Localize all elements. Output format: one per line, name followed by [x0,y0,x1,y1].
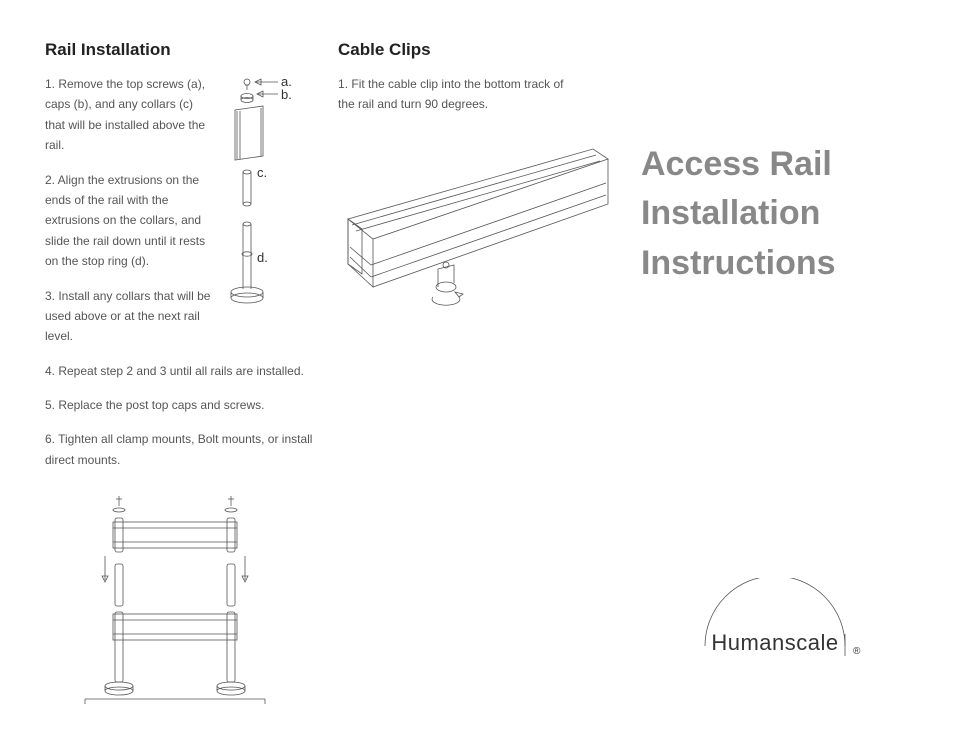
clips-step-1: 1. Fit the cable clip into the bottom tr… [338,74,568,115]
main-title: Access Rail Installation Instructions [641,140,909,288]
label-b: b. [281,87,292,102]
registered-mark: ® [853,646,861,657]
rail-step-5: 5. Replace the post top caps and screws. [45,395,313,415]
rail-heading: Rail Installation [45,40,313,60]
rail-step-4: 4. Repeat step 2 and 3 until all rails a… [45,361,313,381]
label-c: c. [257,165,267,180]
label-d: d. [257,250,268,265]
title-line-1: Access Rail [641,140,909,189]
rail-assembly-diagram [75,494,275,709]
brand-name: Humanscale [711,630,838,655]
rail-step-6: 6. Tighten all clamp mounts, Bolt mounts… [45,429,313,470]
rail-step-1: 1. Remove the top screws (a), caps (b), … [45,74,211,156]
title-line-3: Instructions [641,239,909,288]
title-line-2: Installation [641,189,909,238]
rail-post-diagram: a. b. c. d. [213,74,313,319]
rail-step-2: 2. Align the extrusions on the ends of t… [45,170,211,272]
rail-step-3: 3. Install any collars that will be used… [45,286,211,347]
cable-clip-diagram [338,139,618,319]
humanscale-logo: Humanscale ® [675,578,875,668]
clips-heading: Cable Clips [338,40,621,60]
